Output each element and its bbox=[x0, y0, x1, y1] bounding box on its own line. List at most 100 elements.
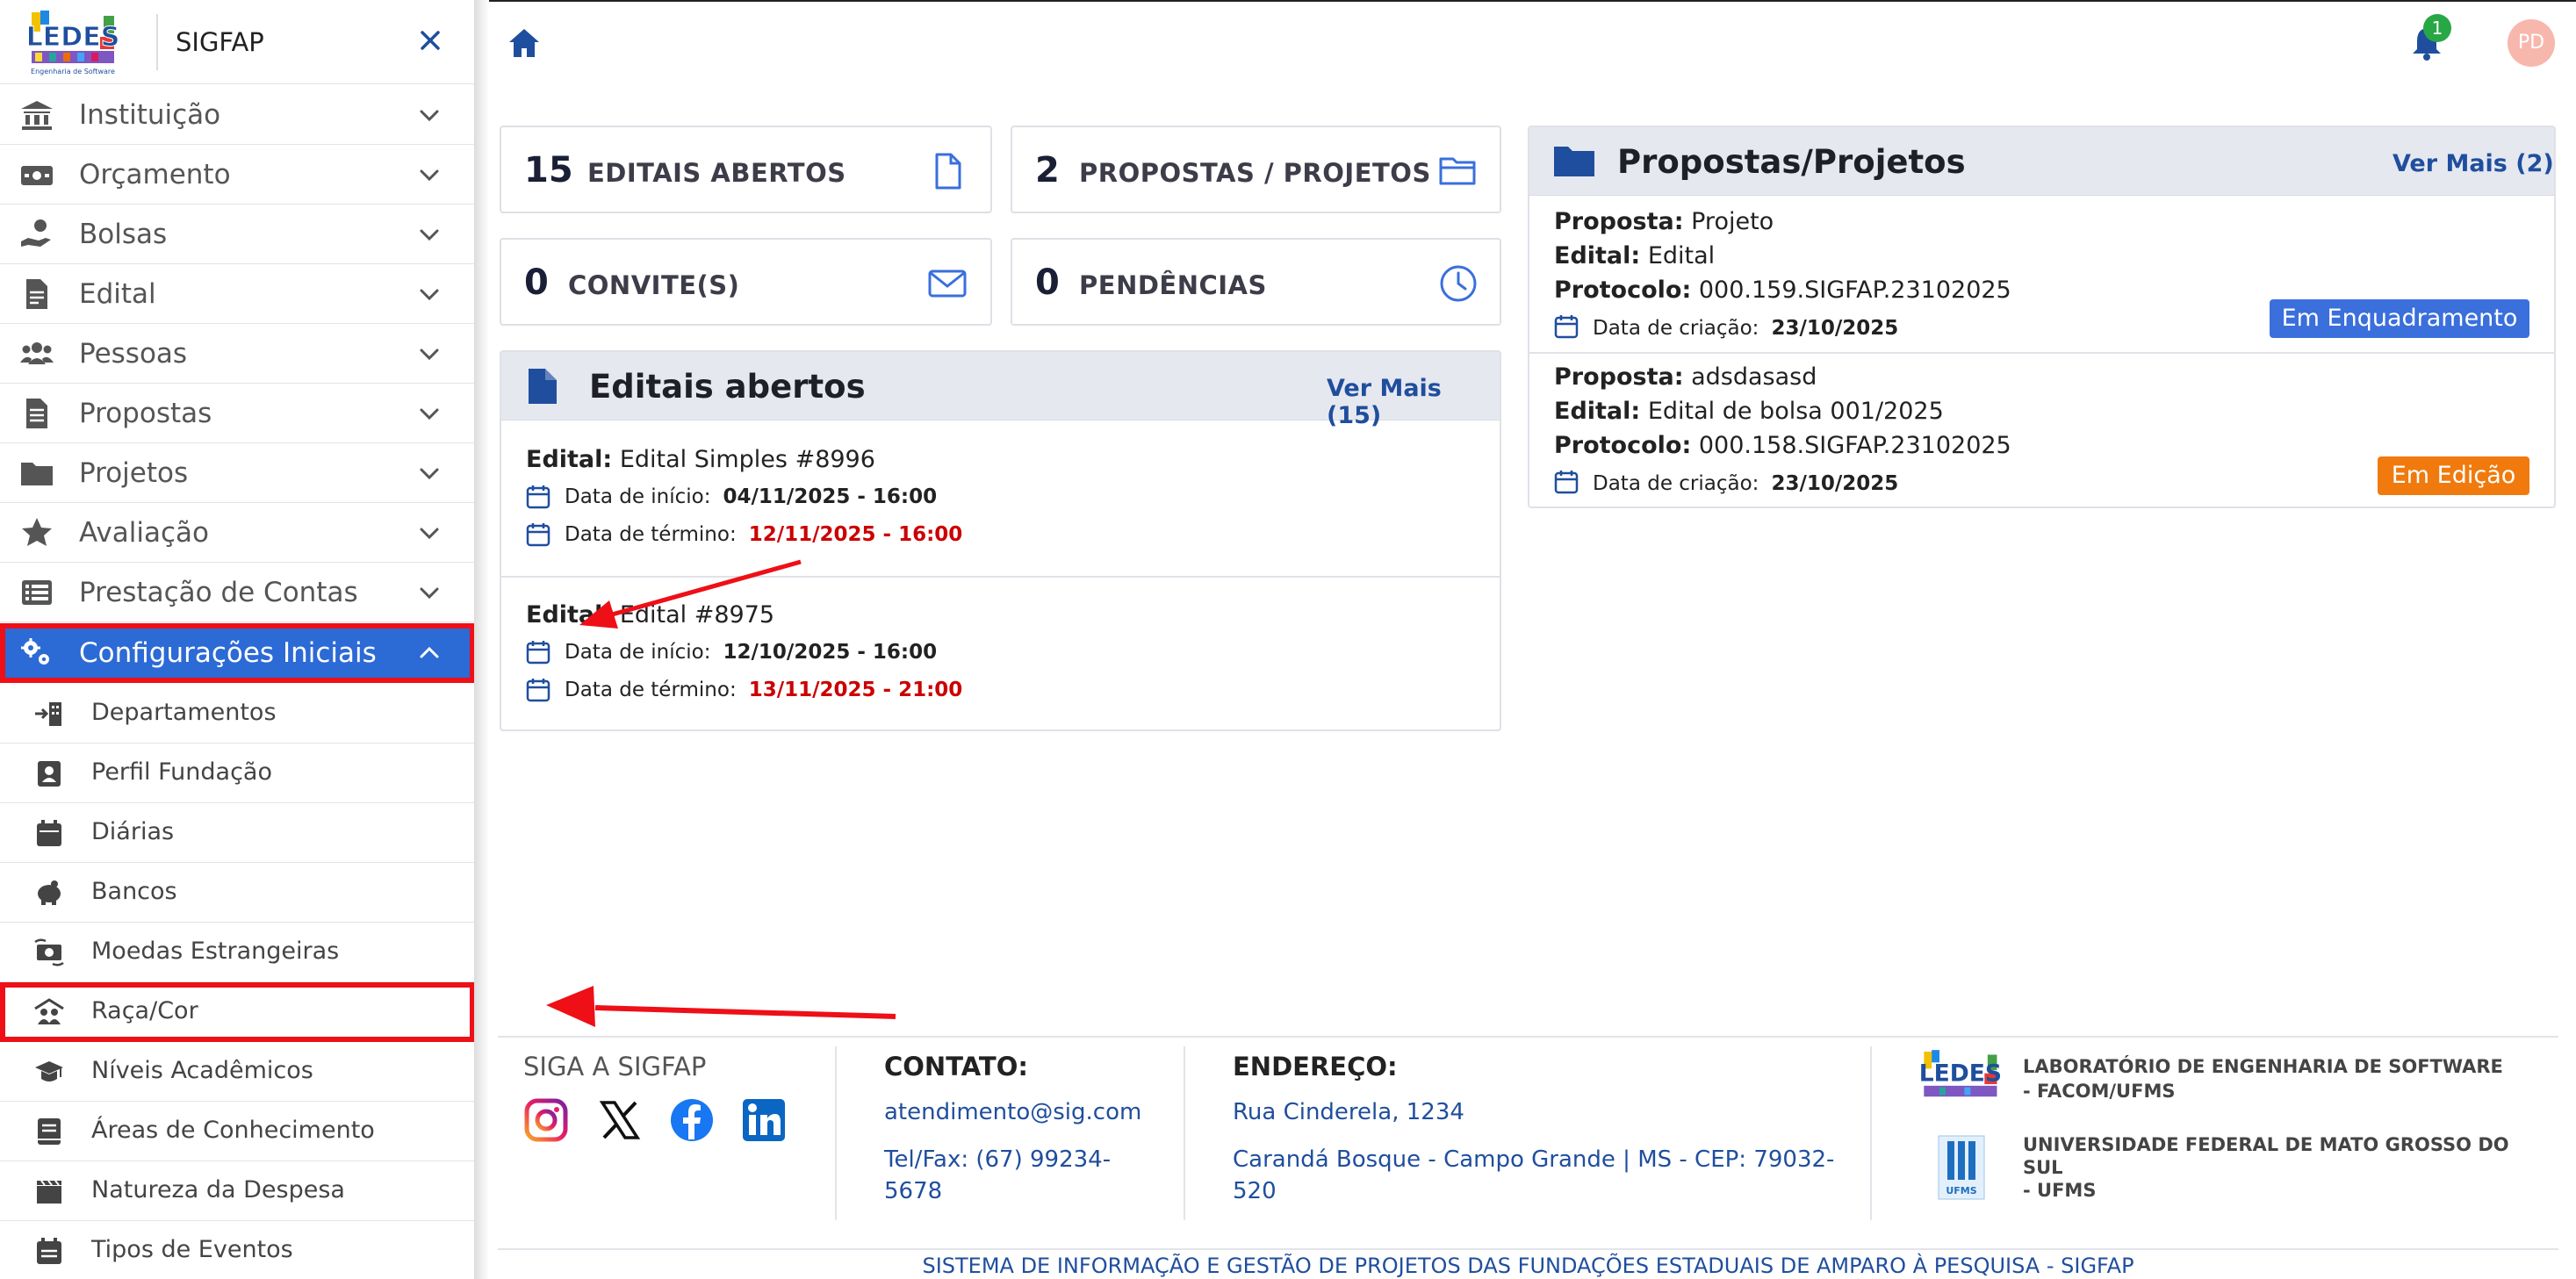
stat-card-editais-abertos[interactable]: 15 EDITAIS ABERTOS bbox=[500, 126, 992, 213]
sidebar-item-propostas[interactable]: Propostas bbox=[0, 384, 474, 443]
stat-card-convites[interactable]: 0 CONVITE(S) bbox=[500, 238, 992, 326]
footer-divider bbox=[1870, 1046, 1872, 1220]
instagram-icon[interactable] bbox=[523, 1097, 569, 1143]
chevron-down-icon bbox=[420, 468, 439, 479]
sidebar-subitem-perfil-fundacao[interactable]: Perfil Fundação bbox=[0, 744, 474, 803]
footer-address-title: ENDEREÇO: bbox=[1233, 1052, 1398, 1081]
sidebar-item-prestacao-de-contas[interactable]: Prestação de Contas bbox=[0, 563, 474, 622]
calendar-icon bbox=[1554, 471, 1579, 494]
sidebar-item-pessoas[interactable]: Pessoas bbox=[0, 324, 474, 384]
folder-icon bbox=[1554, 147, 1594, 176]
folder-icon bbox=[21, 462, 53, 485]
edital-name[interactable]: Edital: Edital Simples #8996 bbox=[526, 446, 875, 473]
footer-phone-line2: 5678 bbox=[884, 1178, 943, 1204]
panel-header: Propostas/Projetos Ver Mais (2) bbox=[1529, 127, 2554, 196]
sidebar-item-configuracoes-iniciais[interactable]: Configurações Iniciais bbox=[0, 623, 474, 683]
propostas-projetos-panel: Propostas/Projetos Ver Mais (2) Proposta… bbox=[1528, 126, 2556, 508]
footer-lab-line1: LABORATÓRIO DE ENGENHARIA DE SOFTWARE bbox=[2023, 1056, 2503, 1077]
sidebar-item-label: Projetos bbox=[79, 456, 189, 489]
hand-coin-icon bbox=[21, 219, 51, 247]
app-title: SIGFAP bbox=[176, 27, 264, 57]
document-icon bbox=[26, 278, 47, 309]
sidebar-item-orcamento[interactable]: Orçamento bbox=[0, 145, 474, 205]
sidebar-subitem-diarias[interactable]: Diárias bbox=[0, 803, 474, 863]
calendar-icon bbox=[37, 820, 61, 846]
sidebar-subitem-areas-de-conhecimento[interactable]: Áreas de Conhecimento bbox=[0, 1102, 474, 1161]
header-divider bbox=[156, 14, 158, 70]
sidebar-item-label: Orçamento bbox=[79, 158, 231, 190]
edital-start-date: Data de início: 12/10/2025 - 16:00 bbox=[565, 641, 938, 664]
edital-start-date: Data de início: 04/11/2025 - 16:00 bbox=[565, 485, 938, 508]
calendar-icon bbox=[1554, 315, 1579, 339]
sidebar-subitem-moedas-estrangeiras[interactable]: Moedas Estrangeiras bbox=[0, 923, 474, 982]
facebook-icon[interactable] bbox=[669, 1097, 715, 1143]
avatar[interactable]: PD bbox=[2508, 19, 2555, 67]
footer-email-link[interactable]: atendimento@sig.com bbox=[884, 1099, 1141, 1125]
chevron-down-icon bbox=[420, 229, 439, 241]
ledes-logo: LEDES Engenharia de Software bbox=[26, 11, 118, 75]
x-twitter-icon[interactable] bbox=[597, 1097, 643, 1143]
edital-end-date: Data de término: 12/11/2025 - 16:00 bbox=[565, 523, 963, 546]
sidebar-item-edital[interactable]: Edital bbox=[0, 264, 474, 324]
sidebar-item-label: Prestação de Contas bbox=[79, 576, 358, 608]
sidebar-subitem-label: Perfil Fundação bbox=[91, 758, 272, 786]
sidebar-item-avaliacao[interactable]: Avaliação bbox=[0, 503, 474, 563]
footer-univ-line2: SUL bbox=[2023, 1157, 2063, 1178]
users-icon bbox=[20, 341, 54, 364]
svg-text:Engenharia de Software: Engenharia de Software bbox=[31, 68, 115, 75]
footer-phone-line1: Tel/Fax: (67) 99234- bbox=[884, 1146, 1112, 1173]
proposta-protocolo: Protocolo: 000.159.SIGFAP.23102025 bbox=[1554, 277, 2011, 304]
sidebar-item-bolsas[interactable]: Bolsas bbox=[0, 205, 474, 264]
sidebar-subitem-label: Bancos bbox=[91, 878, 177, 905]
sidebar-subitem-label: Moedas Estrangeiras bbox=[91, 938, 340, 965]
sidebar-item-projetos[interactable]: Projetos bbox=[0, 443, 474, 503]
list-icon bbox=[22, 579, 52, 605]
close-sidebar-button[interactable] bbox=[413, 23, 448, 58]
sidebar-subitem-bancos[interactable]: Bancos bbox=[0, 863, 474, 923]
sidebar-item-label: Instituição bbox=[79, 98, 221, 131]
calendar-icon bbox=[526, 523, 550, 547]
sidebar-subitem-raca-cor[interactable]: Raça/Cor bbox=[0, 982, 474, 1042]
star-icon bbox=[22, 517, 52, 546]
sidebar-item-label: Avaliação bbox=[79, 516, 209, 549]
bank-icon bbox=[21, 100, 53, 130]
sidebar-subitem-natureza-da-despesa[interactable]: Natureza da Despesa bbox=[0, 1161, 474, 1221]
sidebar: LEDES Engenharia de Software SIGFAP Inst… bbox=[0, 0, 475, 1279]
clock-icon bbox=[1440, 265, 1477, 302]
stat-card-pendencias[interactable]: 0 PENDÊNCIAS bbox=[1011, 238, 1501, 326]
footer-system-name: SISTEMA DE INFORMAÇÃO E GESTÃO DE PROJET… bbox=[922, 1254, 2134, 1278]
edital-end-date: Data de término: 13/11/2025 - 21:00 bbox=[565, 679, 963, 701]
sidebar-subitem-label: Natureza da Despesa bbox=[91, 1176, 345, 1204]
sidebar-subitem-departamentos[interactable]: Departamentos bbox=[0, 684, 474, 744]
sidebar-subitem-label: Raça/Cor bbox=[91, 997, 198, 1024]
edital-name[interactable]: Edital: Edital #8975 bbox=[526, 601, 774, 629]
stat-number: 0 bbox=[1035, 262, 1060, 303]
ver-mais-editais-link[interactable]: Ver Mais (15) bbox=[1327, 375, 1500, 429]
calendar-icon bbox=[526, 641, 550, 665]
sidebar-subitem-tipos-de-eventos[interactable]: Tipos de Eventos bbox=[0, 1221, 474, 1279]
stat-number: 15 bbox=[524, 150, 573, 190]
sidebar-subitem-label: Níveis Acadêmicos bbox=[91, 1057, 313, 1084]
calendar-icon bbox=[526, 679, 550, 702]
money-exchange-icon bbox=[34, 938, 64, 966]
status-badge: Em Edição bbox=[2378, 456, 2529, 495]
stat-label: EDITAIS ABERTOS bbox=[587, 158, 846, 188]
sidebar-item-instituicao[interactable]: Instituição bbox=[0, 85, 474, 145]
top-border bbox=[489, 0, 2576, 2]
stat-card-propostas-projetos[interactable]: 2 PROPOSTAS / PROJETOS bbox=[1011, 126, 1501, 213]
close-icon bbox=[421, 31, 440, 50]
proposta-name[interactable]: Proposta: Projeto bbox=[1554, 208, 1774, 235]
proposta-name[interactable]: Proposta: adsdasasd bbox=[1554, 363, 1817, 391]
footer-city-line1: Carandá Bosque - Campo Grande | MS - CEP… bbox=[1233, 1146, 1835, 1173]
home-icon[interactable] bbox=[507, 26, 541, 60]
sidebar-subitem-niveis-academicos[interactable]: Níveis Acadêmicos bbox=[0, 1042, 474, 1102]
footer-univ-line3: - UFMS bbox=[2023, 1180, 2097, 1201]
proposta-created-date: Data de criação: 23/10/2025 bbox=[1593, 472, 1899, 495]
stat-number: 2 bbox=[1035, 150, 1060, 190]
sidebar-item-label: Configurações Iniciais bbox=[79, 636, 377, 669]
envelope-icon bbox=[928, 269, 967, 298]
ver-mais-propostas-link[interactable]: Ver Mais (2) bbox=[2393, 150, 2554, 177]
linkedin-icon[interactable] bbox=[741, 1097, 787, 1143]
file-text-icon bbox=[26, 398, 47, 428]
chevron-down-icon bbox=[420, 348, 439, 360]
